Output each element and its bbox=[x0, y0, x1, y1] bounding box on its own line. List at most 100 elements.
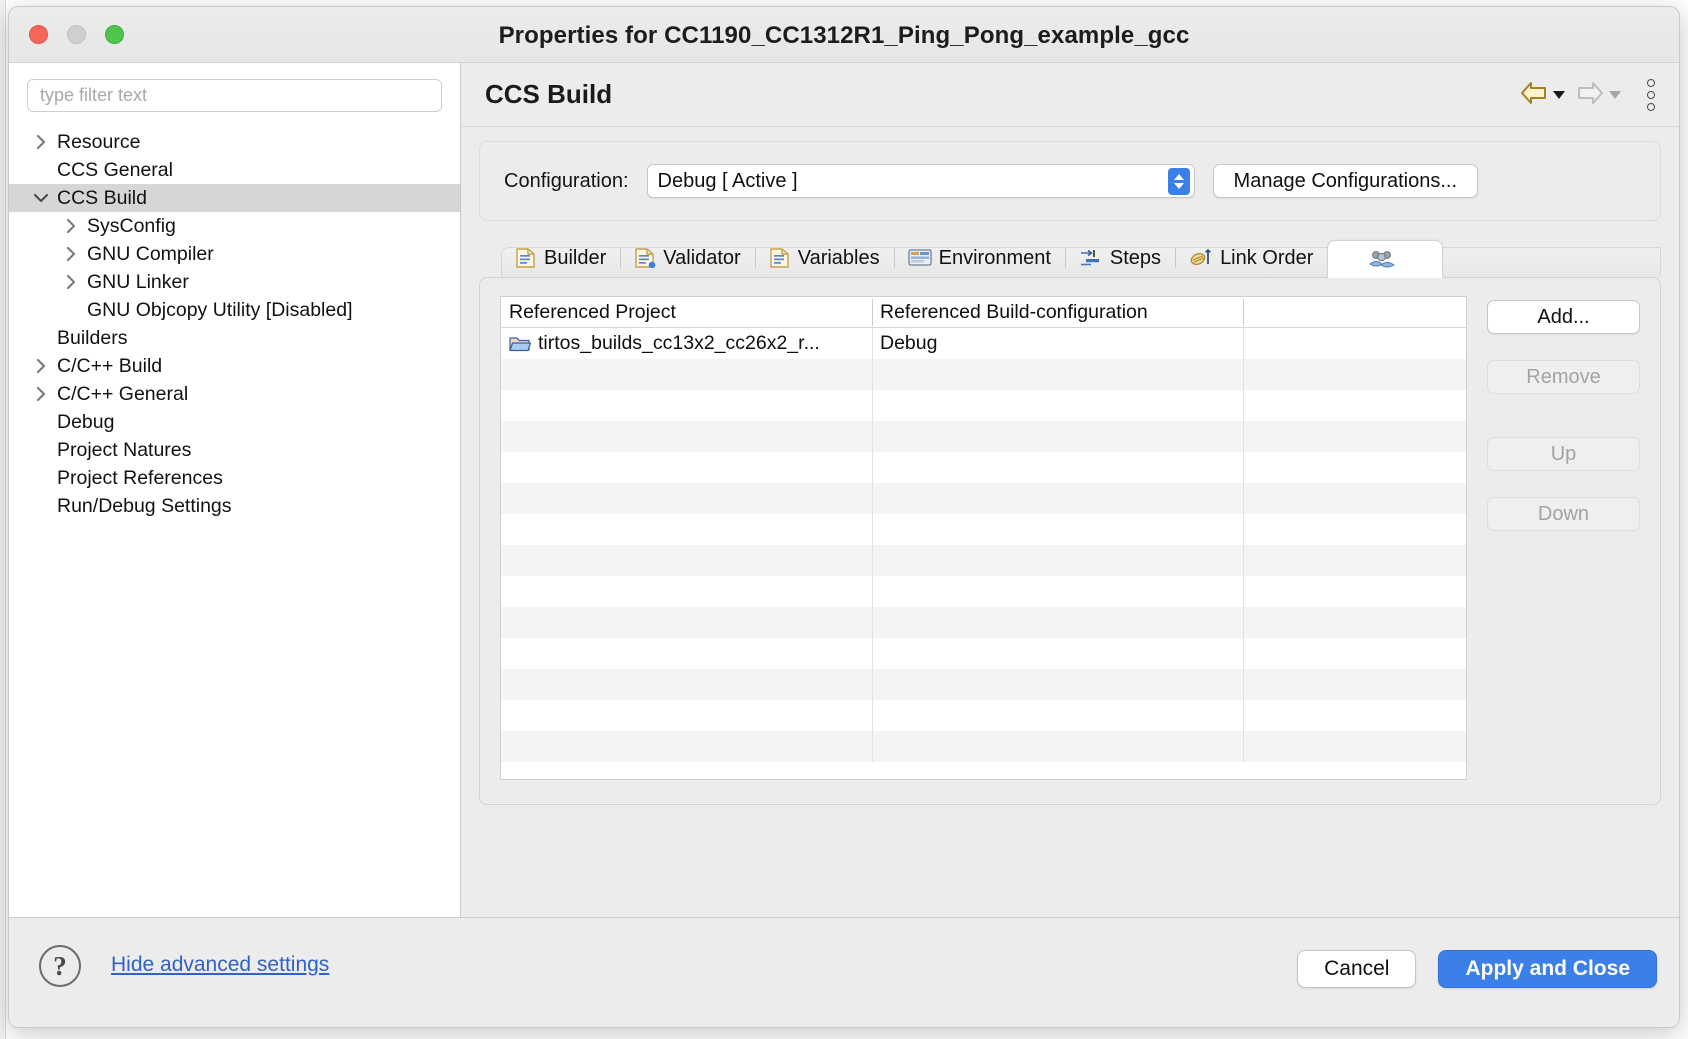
cancel-button[interactable]: Cancel bbox=[1297, 950, 1417, 988]
chevron-right-icon[interactable] bbox=[57, 246, 85, 262]
tab-steps[interactable]: Steps bbox=[1064, 239, 1175, 277]
table-row[interactable] bbox=[501, 545, 1466, 576]
cell-extra bbox=[1243, 514, 1466, 545]
add-button[interactable]: Add... bbox=[1487, 300, 1640, 334]
apply-and-close-button[interactable]: Apply and Close bbox=[1438, 950, 1657, 988]
sidebar-item-gnu-compiler[interactable]: GNU Compiler bbox=[9, 240, 460, 268]
help-question-icon[interactable]: ? bbox=[39, 945, 81, 987]
button-spacer bbox=[1487, 471, 1640, 497]
sidebar-item-label: C/C++ General bbox=[57, 382, 189, 405]
sidebar-item-ccs-build[interactable]: CCS Build bbox=[9, 184, 460, 212]
column-header-referenced-build-configuration[interactable]: Referenced Build-configuration bbox=[872, 297, 1243, 328]
cell-extra bbox=[1243, 607, 1466, 638]
page-title: CCS Build bbox=[485, 79, 613, 109]
sidebar-item-c-c-build[interactable]: C/C++ Build bbox=[9, 352, 460, 380]
cell-extra bbox=[1243, 669, 1466, 700]
referenced-projects-table[interactable]: Referenced Project Referenced Build-conf… bbox=[500, 296, 1467, 780]
chevron-down-icon bbox=[1173, 183, 1184, 189]
cell-extra bbox=[1243, 700, 1466, 731]
cell-referenced-build-configuration bbox=[872, 669, 1243, 700]
table-row[interactable] bbox=[501, 421, 1466, 452]
chevron-right-icon[interactable] bbox=[57, 218, 85, 234]
kebab-dot bbox=[1647, 103, 1655, 111]
tab-label: Variables bbox=[797, 246, 880, 269]
sidebar-item-c-c-general[interactable]: C/C++ General bbox=[9, 380, 460, 408]
cell-extra bbox=[1243, 421, 1466, 452]
tab-link-order[interactable]: Link Order bbox=[1175, 239, 1327, 277]
cell-referenced-build-configuration bbox=[872, 638, 1243, 669]
cell-extra bbox=[1243, 390, 1466, 421]
tab-builder[interactable]: Builder bbox=[501, 239, 620, 277]
table-row[interactable] bbox=[501, 669, 1466, 700]
back-dropdown-caret[interactable] bbox=[1553, 91, 1565, 99]
cell-extra bbox=[1243, 638, 1466, 669]
main-header: CCS Build bbox=[461, 63, 1679, 127]
forward-button[interactable] bbox=[1571, 78, 1625, 113]
kebab-menu-icon[interactable] bbox=[1641, 77, 1661, 113]
back-button[interactable] bbox=[1515, 78, 1569, 113]
table-row[interactable] bbox=[501, 731, 1466, 762]
column-header-referenced-project[interactable]: Referenced Project bbox=[501, 297, 872, 328]
sidebar-item-gnu-objcopy-utility-disabled[interactable]: GNU Objcopy Utility [Disabled] bbox=[9, 296, 460, 324]
tab-label: Link Order bbox=[1220, 246, 1314, 269]
sidebar-item-ccs-general[interactable]: CCS General bbox=[9, 156, 460, 184]
tab-label: Validator bbox=[663, 246, 741, 269]
table-row[interactable] bbox=[501, 700, 1466, 731]
chevron-right-icon[interactable] bbox=[57, 274, 85, 290]
link-order-icon bbox=[1189, 248, 1213, 268]
configuration-label: Configuration: bbox=[504, 169, 629, 192]
window-titlebar: Properties for CC1190_CC1312R1_Ping_Pong… bbox=[9, 7, 1679, 63]
configuration-stepper-icon[interactable] bbox=[1167, 168, 1190, 195]
sidebar-item-project-references[interactable]: Project References bbox=[9, 464, 460, 492]
cell-referenced-project bbox=[501, 638, 872, 669]
table-row[interactable] bbox=[501, 390, 1466, 421]
table-row[interactable] bbox=[501, 514, 1466, 545]
manage-configurations-button[interactable]: Manage Configurations... bbox=[1212, 164, 1478, 198]
table-row[interactable]: tirtos_builds_cc13x2_cc26x2_r... Debug bbox=[501, 328, 1466, 359]
tab-environment[interactable]: Environment bbox=[893, 239, 1065, 277]
chevron-down-icon[interactable] bbox=[27, 192, 55, 204]
forward-dropdown-caret[interactable] bbox=[1609, 91, 1621, 99]
configuration-group: Configuration: Debug [ Active ] Manage C… bbox=[479, 141, 1661, 221]
sidebar-item-label: GNU Linker bbox=[87, 270, 189, 293]
cell-referenced-project: tirtos_builds_cc13x2_cc26x2_r... bbox=[501, 328, 872, 359]
table-row[interactable] bbox=[501, 638, 1466, 669]
chevron-right-icon[interactable] bbox=[27, 358, 55, 374]
sidebar-item-run-debug-settings[interactable]: Run/Debug Settings bbox=[9, 492, 460, 520]
tab-validator[interactable]: Validator bbox=[620, 239, 754, 277]
chevron-right-icon[interactable] bbox=[27, 386, 55, 402]
sidebar-item-label: C/C++ Build bbox=[57, 354, 163, 377]
table-row[interactable] bbox=[501, 607, 1466, 638]
table-row[interactable] bbox=[501, 359, 1466, 390]
sidebar-item-label: Project References bbox=[57, 466, 223, 489]
cell-extra bbox=[1243, 731, 1466, 762]
cell-referenced-project bbox=[501, 421, 872, 452]
table-row[interactable] bbox=[501, 576, 1466, 607]
table-header-row: Referenced Project Referenced Build-conf… bbox=[501, 297, 1466, 328]
filter-input[interactable] bbox=[27, 79, 442, 112]
tab-project-references[interactable] bbox=[1327, 240, 1444, 278]
tab-variables[interactable]: Variables bbox=[754, 239, 894, 277]
sidebar-item-gnu-linker[interactable]: GNU Linker bbox=[9, 268, 460, 296]
sidebar-item-label: Builders bbox=[57, 326, 128, 349]
sidebar-item-debug[interactable]: Debug bbox=[9, 408, 460, 436]
filter-wrapper bbox=[9, 79, 460, 112]
dependencies-icon bbox=[1368, 249, 1396, 271]
configuration-select[interactable]: Debug [ Active ] bbox=[646, 164, 1195, 198]
cell-extra bbox=[1243, 452, 1466, 483]
table-action-buttons: Add... Remove Up Down bbox=[1487, 296, 1640, 780]
sidebar-item-label: Run/Debug Settings bbox=[57, 494, 232, 517]
table-row[interactable] bbox=[501, 483, 1466, 514]
sidebar-item-project-natures[interactable]: Project Natures bbox=[9, 436, 460, 464]
cell-referenced-project bbox=[501, 576, 872, 607]
table-row[interactable] bbox=[501, 452, 1466, 483]
cell-referenced-project bbox=[501, 452, 872, 483]
sidebar-item-builders[interactable]: Builders bbox=[9, 324, 460, 352]
sidebar-item-label: GNU Compiler bbox=[87, 242, 214, 265]
column-header-extra[interactable] bbox=[1243, 297, 1466, 328]
sidebar-item-resource[interactable]: Resource bbox=[9, 128, 460, 156]
sidebar-item-sysconfig[interactable]: SysConfig bbox=[9, 212, 460, 240]
chevron-right-icon[interactable] bbox=[27, 134, 55, 150]
tab-label: Steps bbox=[1109, 246, 1162, 269]
hide-advanced-settings-link[interactable]: Hide advanced settings bbox=[111, 953, 329, 977]
